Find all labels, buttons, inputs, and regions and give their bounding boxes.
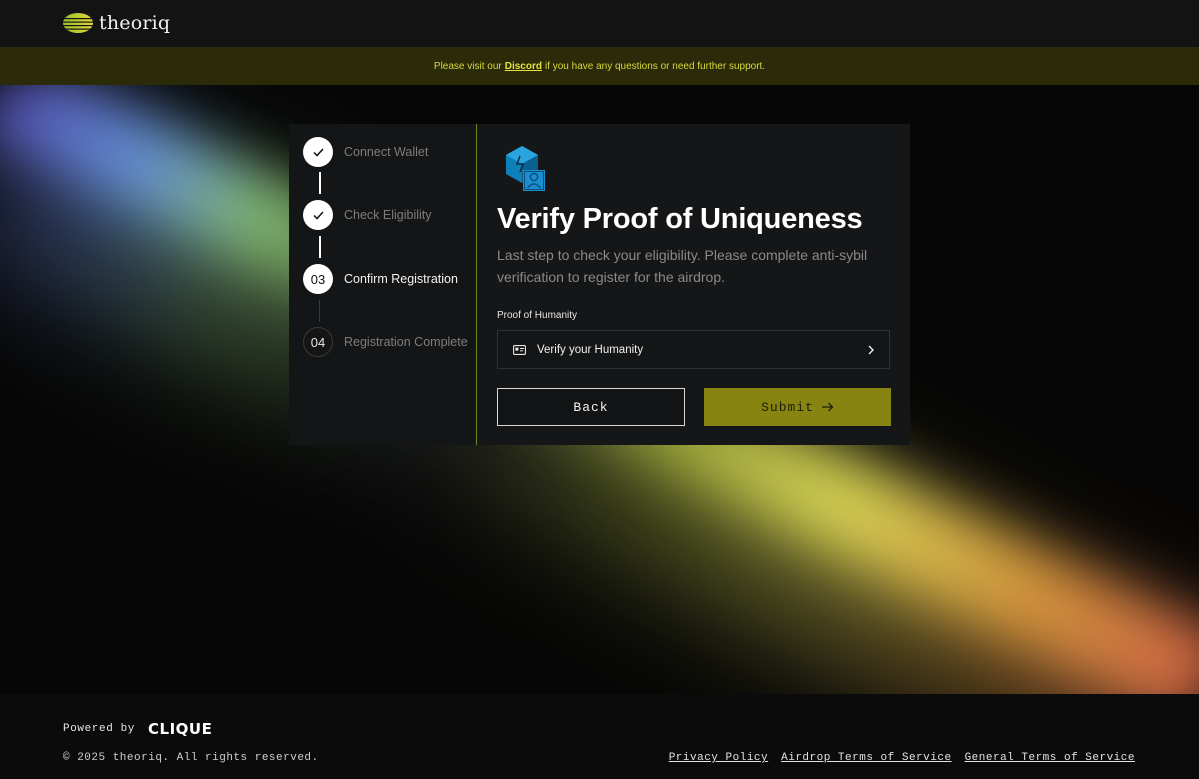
step-connect-wallet: Connect Wallet — [303, 137, 428, 167]
powered-by: Powered by CLIQUE — [63, 720, 212, 738]
step-label: Connect Wallet — [344, 145, 429, 159]
back-button-label: Back — [573, 399, 609, 415]
step-label: Confirm Registration — [344, 272, 458, 286]
id-card-icon — [513, 344, 526, 355]
step-connector — [319, 172, 321, 194]
check-icon — [312, 147, 324, 157]
step-label: Check Eligibility — [344, 208, 432, 222]
step-circle — [303, 137, 333, 167]
powered-by-text: Powered by — [63, 723, 136, 735]
stepper: Connect Wallet Check Eligibility 03 Conf… — [289, 124, 477, 445]
general-terms-link[interactable]: General Terms of Service — [965, 752, 1135, 764]
brand-logo[interactable]: theoriq — [63, 12, 170, 34]
support-banner: Please visit our Discord if you have any… — [0, 47, 1199, 85]
step-connector — [319, 300, 320, 322]
submit-button[interactable]: Submit — [704, 388, 891, 426]
footer: Powered by CLIQUE © 2025 theoriq. All ri… — [0, 694, 1199, 779]
brand-name: theoriq — [99, 12, 171, 34]
step-number: 03 — [303, 264, 333, 294]
step-registration-complete: 04 Registration Complete — [303, 327, 468, 357]
airdrop-terms-link[interactable]: Airdrop Terms of Service — [781, 752, 951, 764]
page-title: Verify Proof of Uniqueness — [497, 203, 863, 235]
arrow-right-icon — [821, 402, 834, 412]
step-connector — [319, 236, 321, 258]
footer-links: Privacy Policy Airdrop Terms of Service … — [669, 752, 1135, 764]
theoriq-logo-icon — [63, 13, 93, 33]
step-label: Registration Complete — [344, 335, 468, 349]
proof-of-uniqueness-icon — [506, 146, 545, 191]
banner-prefix: Please visit our — [433, 60, 502, 72]
verify-humanity-label: Verify your Humanity — [537, 343, 644, 356]
verify-panel: Verify Proof of Uniqueness Last step to … — [477, 124, 910, 445]
step-confirm-registration: 03 Confirm Registration — [303, 264, 458, 294]
step-number: 04 — [303, 327, 333, 357]
registration-card: Connect Wallet Check Eligibility 03 Conf… — [289, 124, 910, 445]
step-check-eligibility: Check Eligibility — [303, 200, 432, 230]
copyright-text: © 2025 theoriq. All rights reserved. — [63, 752, 319, 764]
submit-button-label: Submit — [761, 399, 814, 415]
privacy-policy-link[interactable]: Privacy Policy — [669, 752, 768, 764]
clique-logo[interactable]: CLIQUE — [148, 720, 212, 738]
banner-suffix: if you have any questions or need furthe… — [544, 60, 766, 72]
step-circle — [303, 200, 333, 230]
back-button[interactable]: Back — [497, 388, 685, 426]
check-icon — [312, 210, 324, 220]
discord-link[interactable]: Discord — [505, 61, 542, 72]
header: theoriq — [0, 0, 1199, 47]
proof-field-label: Proof of Humanity — [497, 310, 578, 321]
page-description: Last step to check your eligibility. Ple… — [497, 247, 868, 285]
chevron-right-icon — [868, 345, 874, 355]
verify-humanity-option[interactable]: Verify your Humanity — [497, 330, 890, 369]
